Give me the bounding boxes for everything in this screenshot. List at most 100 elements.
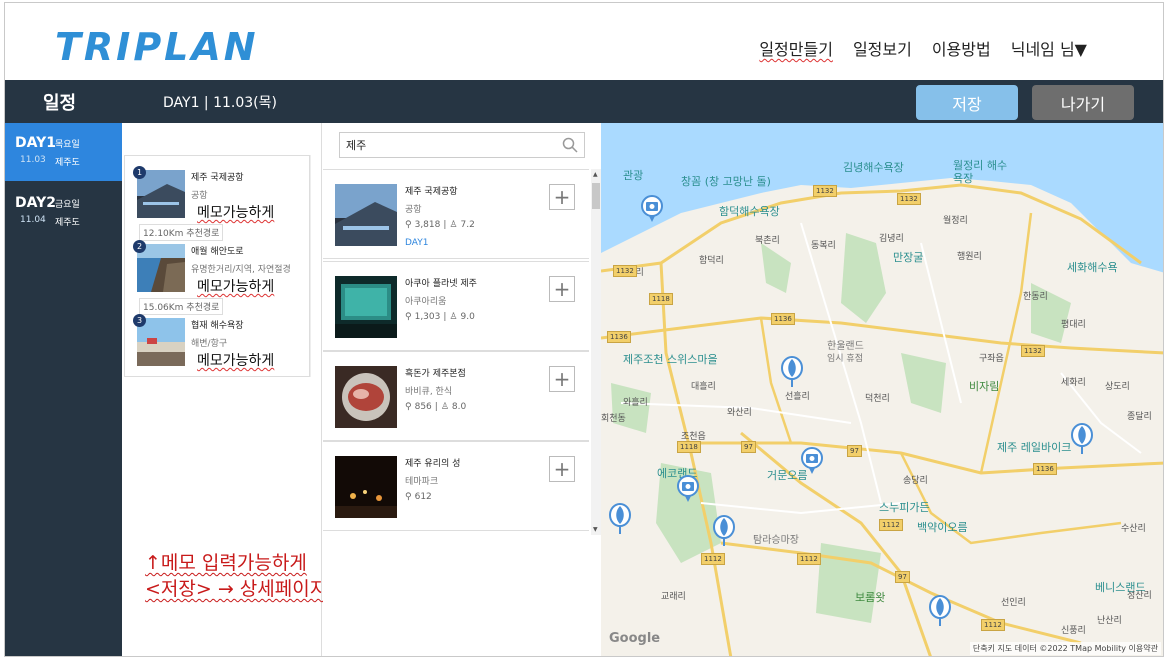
paperclip-icon: ⚲	[405, 492, 412, 502]
map-marker-icon[interactable]	[1071, 423, 1093, 455]
glass-castle-photo	[335, 456, 397, 518]
map-poi-label[interactable]: 창꼼 (창 고망난 돌)	[681, 173, 771, 189]
nav-view-schedule[interactable]: 일정보기	[853, 36, 912, 60]
map-place-label: 송당리	[903, 476, 928, 486]
road-number: 1136	[771, 313, 795, 325]
camera-marker-icon[interactable]	[641, 195, 663, 223]
schedule-item[interactable]: 1 제주 국제공항 공항 메모가능하게	[133, 166, 313, 226]
result-item[interactable]: 아쿠아 플라넷 제주 아쿠아리움 ⚲ 1,303 | ♙ 9.0 +	[323, 261, 589, 351]
schedule-item[interactable]: 2 애월 해안도로 유명한거리/지역, 자연절경 메모가능하게	[133, 240, 313, 300]
main-nav: 일정만들기 일정보기 이용방법 닉네임 님▼	[759, 36, 1087, 60]
map-poi-label[interactable]: 제주 레일바이크	[997, 439, 1071, 455]
thumbs-up-icon: ♙	[440, 402, 449, 412]
result-category: 바비큐, 한식	[405, 387, 453, 397]
day-region: 제주도	[55, 218, 80, 228]
scroll-thumb[interactable]	[592, 183, 600, 209]
toolbar: 일정 DAY1 | 11.03(목) 저장 나가기	[5, 80, 1163, 123]
map-poi-label[interactable]: 만장굴	[893, 249, 923, 265]
camera-marker-icon[interactable]	[677, 475, 699, 503]
add-place-button[interactable]: +	[549, 184, 575, 210]
schedule-item[interactable]: 3 협재 해수욕장 해변/항구 메모가능하게	[133, 314, 313, 374]
result-stats: ⚲ 856 | ♙ 8.0	[405, 402, 466, 412]
place-category: 유명한거리/지역, 자연절경	[191, 265, 291, 275]
map-place-label: 선인리	[1001, 598, 1026, 608]
search-input[interactable]	[340, 133, 550, 157]
map-place-label: 김녕리	[879, 234, 904, 244]
airport-photo	[335, 184, 397, 246]
result-name: 제주 유리의 성	[405, 459, 461, 469]
result-category: 공항	[405, 205, 422, 215]
scroll-down-icon[interactable]: ▼	[593, 526, 598, 533]
clip-count: 856	[414, 402, 432, 412]
order-badge: 3	[133, 314, 146, 327]
map-poi-label[interactable]: 김녕해수욕장	[843, 159, 904, 175]
logo[interactable]: TRIPLAN	[55, 25, 259, 69]
map-marker-icon[interactable]	[781, 356, 803, 388]
clip-count: 3,818	[414, 220, 441, 230]
clip-count: 612	[414, 492, 432, 502]
map[interactable]: 관광 창꼼 (창 고망난 돌) 함덕해수욕장 김녕해수욕장 월정리 해수욕장 만…	[601, 123, 1163, 656]
map-poi-label[interactable]: 관광	[623, 167, 643, 183]
road-number: 1112	[981, 619, 1005, 631]
map-poi-label[interactable]: 백약이오름	[917, 519, 968, 535]
search-icon[interactable]	[562, 137, 578, 153]
like-score: 7.2	[460, 220, 475, 230]
results-scrollbar[interactable]: ▲ ▼	[591, 169, 601, 535]
coast-road-photo	[137, 244, 185, 292]
scroll-up-icon[interactable]: ▲	[593, 171, 598, 178]
road-number: 1136	[1033, 463, 1057, 475]
order-badge: 1	[133, 166, 146, 179]
map-place-label: 대흘리	[691, 382, 716, 392]
map-marker-icon[interactable]	[609, 503, 631, 535]
bbq-photo	[335, 366, 397, 428]
search-box	[339, 132, 585, 158]
day-label: DAY1	[15, 135, 56, 151]
add-place-button[interactable]: +	[549, 276, 575, 302]
save-button[interactable]: 저장	[916, 85, 1018, 120]
road-number: 97	[741, 441, 756, 453]
map-poi-label[interactable]: 탐라승마장	[753, 531, 799, 546]
nav-user-menu[interactable]: 닉네임 님▼	[1011, 36, 1087, 60]
camera-marker-icon[interactable]	[801, 447, 823, 475]
day-weekday: 금요일	[55, 200, 80, 210]
memo-text[interactable]: 메모가능하게	[197, 276, 274, 296]
day-region: 제주도	[55, 158, 80, 168]
road-number: 1118	[677, 441, 701, 453]
map-poi-label[interactable]: 비자림	[969, 378, 999, 394]
result-item[interactable]: 흑돈가 제주본점 바비큐, 한식 ⚲ 856 | ♙ 8.0 +	[323, 351, 589, 441]
nav-how-to-use[interactable]: 이용방법	[932, 36, 991, 60]
add-place-button[interactable]: +	[549, 456, 575, 482]
map-poi-label[interactable]: 보롬왓	[855, 589, 885, 605]
google-logo: Google	[609, 631, 661, 646]
result-name: 아쿠아 플라넷 제주	[405, 279, 477, 289]
map-attribution[interactable]: 단축키 지도 데이터 ©2022 TMap Mobility 이용약관	[969, 642, 1161, 655]
result-item[interactable]: 제주 국제공항 공항 ⚲ 3,818 | ♙ 7.2 DAY1 +	[323, 169, 589, 259]
map-place-label: 동복리	[811, 241, 836, 251]
map-marker-icon[interactable]	[713, 515, 735, 547]
thumbs-up-icon: ♙	[449, 312, 458, 322]
schedule-scrollbar[interactable]	[310, 155, 320, 377]
map-poi-label[interactable]: 월정리 해수욕장	[953, 159, 1013, 185]
memo-text[interactable]: 메모가능하게	[197, 202, 274, 222]
map-poi-label[interactable]: 함덕해수욕장	[719, 203, 780, 219]
road-number: 97	[895, 571, 910, 583]
add-place-button[interactable]: +	[549, 366, 575, 392]
result-item[interactable]: 제주 유리의 성 테마파크 ⚲ 612 +	[323, 441, 589, 531]
map-place-label: 한동리	[1023, 292, 1048, 302]
map-poi-label[interactable]: 제주조천 스위스마을	[623, 351, 718, 367]
map-marker-icon[interactable]	[929, 595, 951, 627]
map-poi-label[interactable]: 세화해수욕	[1067, 259, 1118, 275]
map-poi-label[interactable]: 스누피가든	[879, 499, 930, 515]
day-date: 11.03	[20, 155, 46, 165]
day-date: 11.04	[20, 215, 46, 225]
day-tab-day1[interactable]: DAY1 목요일 11.03 제주도	[5, 123, 122, 181]
exit-button[interactable]: 나가기	[1032, 85, 1134, 120]
nav-create-schedule[interactable]: 일정만들기	[759, 36, 833, 60]
day-tab-day2[interactable]: DAY2 금요일 11.04 제주도	[5, 183, 122, 241]
map-poi-label[interactable]: 한울랜드	[827, 337, 864, 352]
place-category: 공항	[191, 191, 208, 201]
road-number: 1136	[607, 331, 631, 343]
map-place-label: 덕천리	[865, 394, 890, 404]
result-category: 아쿠아리움	[405, 297, 447, 307]
memo-text[interactable]: 메모가능하게	[197, 350, 274, 370]
